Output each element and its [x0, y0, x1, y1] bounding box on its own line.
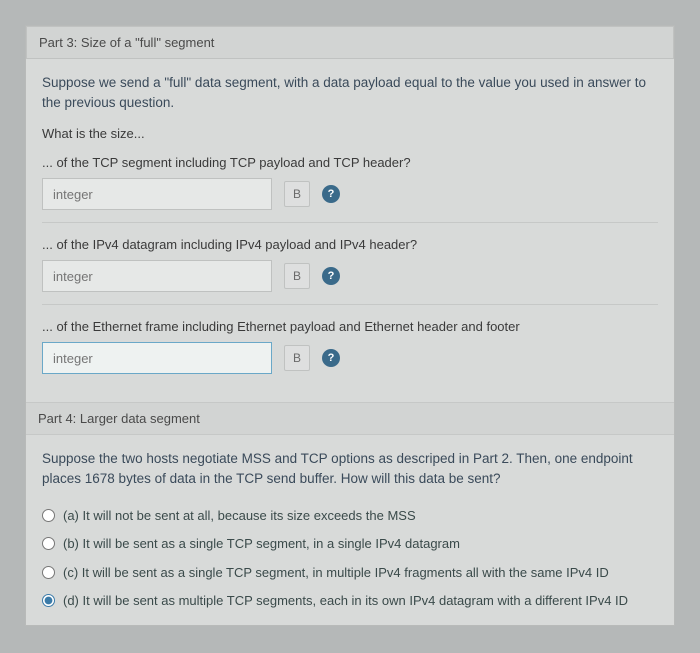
q2-input[interactable]	[42, 260, 272, 292]
q1-unit-button[interactable]: B	[284, 181, 310, 207]
radio-c[interactable]	[42, 566, 55, 579]
help-glyph: ?	[328, 188, 335, 200]
q3-unit-label: B	[293, 351, 301, 365]
part4-header: Part 4: Larger data segment	[26, 402, 674, 435]
radio-d[interactable]	[42, 594, 55, 607]
help-icon[interactable]: ?	[322, 185, 340, 203]
q1-text: ... of the TCP segment including TCP pay…	[42, 155, 658, 170]
q1-row: B ?	[42, 178, 658, 210]
question-panel: Part 3: Size of a "full" segment Suppose…	[25, 25, 675, 626]
part4-title: Part 4: Larger data segment	[38, 411, 200, 426]
part4-intro: Suppose the two hosts negotiate MSS and …	[42, 449, 658, 488]
divider	[42, 222, 658, 223]
option-c-label: (c) It will be sent as a single TCP segm…	[63, 564, 609, 582]
help-glyph: ?	[328, 270, 335, 282]
q3-text: ... of the Ethernet frame including Ethe…	[42, 319, 658, 334]
option-d[interactable]: (d) It will be sent as multiple TCP segm…	[42, 587, 658, 615]
part3-body: Suppose we send a "full" data segment, w…	[26, 59, 674, 625]
option-d-label: (d) It will be sent as multiple TCP segm…	[63, 592, 628, 610]
option-b[interactable]: (b) It will be sent as a single TCP segm…	[42, 530, 658, 558]
option-a[interactable]: (a) It will not be sent at all, because …	[42, 502, 658, 530]
q3-unit-button[interactable]: B	[284, 345, 310, 371]
option-b-label: (b) It will be sent as a single TCP segm…	[63, 535, 460, 553]
part4-options: (a) It will not be sent at all, because …	[42, 502, 658, 615]
q2-unit-button[interactable]: B	[284, 263, 310, 289]
radio-a[interactable]	[42, 509, 55, 522]
help-glyph: ?	[328, 352, 335, 364]
part3-title: Part 3: Size of a "full" segment	[39, 35, 214, 50]
radio-b[interactable]	[42, 537, 55, 550]
part3-intro: Suppose we send a "full" data segment, w…	[42, 73, 658, 112]
q1-unit-label: B	[293, 187, 301, 201]
q3-input[interactable]	[42, 342, 272, 374]
q2-row: B ?	[42, 260, 658, 292]
q2-unit-label: B	[293, 269, 301, 283]
help-icon[interactable]: ?	[322, 267, 340, 285]
q2-text: ... of the IPv4 datagram including IPv4 …	[42, 237, 658, 252]
part3-header: Part 3: Size of a "full" segment	[26, 26, 674, 59]
q1-input[interactable]	[42, 178, 272, 210]
part3-prompt-lead: What is the size...	[42, 126, 658, 141]
divider	[42, 304, 658, 305]
option-a-label: (a) It will not be sent at all, because …	[63, 507, 416, 525]
help-icon[interactable]: ?	[322, 349, 340, 367]
option-c[interactable]: (c) It will be sent as a single TCP segm…	[42, 559, 658, 587]
q3-row: B ?	[42, 342, 658, 374]
